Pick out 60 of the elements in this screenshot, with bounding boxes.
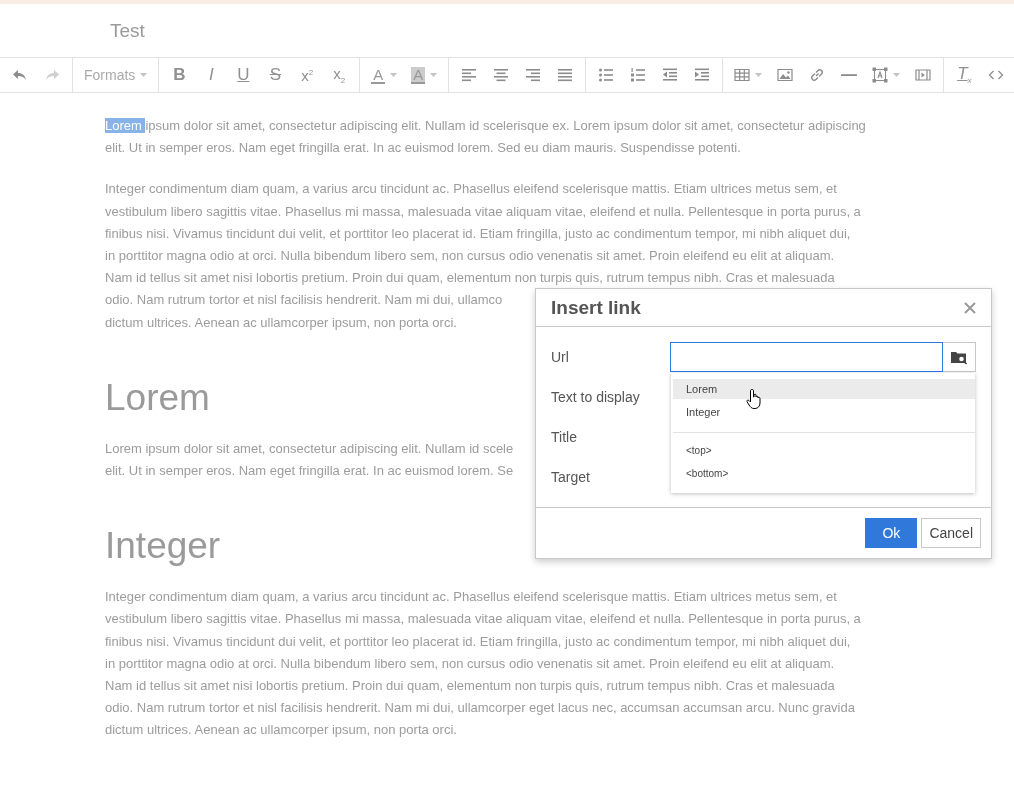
strikethrough-button[interactable]: S — [259, 61, 292, 89]
hand-cursor-icon — [746, 388, 764, 410]
suggestion-item[interactable]: Integer — [673, 402, 975, 422]
suggestion-item[interactable]: <top> — [673, 441, 975, 461]
text-line: Nam id tellus sit amet nisi lobortis pretium. Proin dui quam, elementum non turpis quis, rutrum tempus nibh. Cras et malesuada — [105, 269, 835, 288]
text-line: Lorem ipsum dolor sit amet, consectetur adipiscing elit. Nullam id scele — [105, 439, 514, 458]
field-label: Text to display — [551, 388, 641, 407]
outdent-icon — [662, 67, 679, 83]
folder-search-icon — [950, 349, 968, 365]
text-line: Nam id tellus sit amet nisi lobortis pretium. Proin dui quam, elementum non turpis quis, rutrum tempus nibh. Cras et malesuada — [105, 677, 835, 696]
field-label: Title — [551, 428, 578, 447]
suggestion-item[interactable]: Lorem — [673, 379, 975, 399]
table-icon — [734, 68, 751, 82]
underline-button[interactable]: U — [227, 61, 260, 89]
code-icon — [988, 68, 1005, 82]
text-line: vestibulum libero sagittis vitae. Phasellus mi massa, malesuada vitae aliquam vitae, eleifend et nulla. Pellentesque in porta purus, a — [105, 202, 861, 221]
text-line: dictum ultrices. Aenean ac ullamcorper ipsum, non porta orci. — [105, 721, 457, 740]
text-line: odio. Nam rutrum tortor et nisl facilisis hendrerit. Nam mi dui, ullamco — [105, 291, 503, 310]
align-right-icon — [525, 67, 542, 83]
link-icon — [809, 67, 826, 83]
heading: Integer — [105, 524, 221, 569]
text-line: elit. Ut in semper eros. Nam eget fringilla erat. In ac euismod lorem. Se — [105, 462, 514, 481]
text-line: dictum ultrices. Aenean ac ullamcorper ipsum, non porta orci. — [105, 313, 457, 332]
url-field[interactable] — [670, 342, 943, 372]
numbered-list-icon — [630, 67, 647, 83]
field-label: Target — [551, 468, 591, 487]
cancel-button[interactable]: Cancel — [921, 518, 981, 548]
text-line: elit. Ut in semper eros. Nam eget fringilla erat. In ac euismod lorem. Sed eu diam mauris. Suspendisse potenti. — [105, 139, 741, 158]
text-line: in porttitor magna odio at orci. Nulla bibendum libero sem, non cursus odio venenatis sit amet. Proin eleifend eu elit at aliquam. — [105, 654, 835, 673]
superscript-button[interactable]: x$^{2}$ — [291, 61, 324, 89]
text-line: Integer condimentum diam quam, a varius arcu tincidunt ac. Phasellus eleifend scelerisque mattis. Etiam ultrices metus sem, et — [105, 588, 837, 607]
text-line: Integer condimentum diam quam, a varius arcu tincidunt ac. Phasellus eleifend scelerisque mattis. Etiam ultrices metus sem, et — [105, 180, 837, 199]
indent-icon — [694, 67, 711, 83]
text-line: odio. Nam rutrum tortor et nisl facilisis hendrerit. Nam mi dui, ullamcorper eget lacus nec, accumsan accumsan arcu. Nunc gravida — [105, 699, 855, 718]
text-line: finibus nisi. Vivamus tincidunt dui velit, et porttitor leo placerat id. Etiam fringilla, justo ac condimentum tempor, mi nibh aliquet dui, — [105, 632, 851, 651]
browse-button[interactable] — [943, 342, 976, 372]
dialog-title: Insert link — [551, 296, 641, 319]
textbox-icon — [872, 67, 889, 83]
subscript-button[interactable]: x$_{2}$ — [323, 61, 356, 89]
ok-button[interactable]: Ok — [865, 518, 918, 548]
text-line: vestibulum libero sagittis vitae. Phasellus mi massa, malesuada vitae aliquam vitae, eleifend et nulla. Pellentesque in porta purus, a — [105, 610, 861, 629]
formats-button[interactable]: Formats — [77, 61, 155, 89]
align-center-icon — [493, 67, 510, 83]
bold-button[interactable]: B — [163, 61, 196, 89]
justify-icon — [557, 67, 574, 83]
text-line: finibus nisi. Vivamus tincidunt dui velit, et porttitor leo placerat id. Etiam fringilla, justo ac condimentum tempor, mi nibh aliquet dui, — [105, 224, 851, 243]
field-label: Url — [551, 348, 570, 367]
document-title: Test — [110, 20, 145, 43]
image-icon — [777, 68, 794, 82]
heading: Lorem — [105, 375, 210, 420]
text-color-button[interactable]: A — [364, 61, 405, 89]
suggestion-item[interactable]: <bottom> — [673, 464, 975, 484]
align-left-icon — [461, 67, 478, 83]
bullet-list-icon — [598, 67, 615, 83]
film-icon — [915, 68, 932, 82]
italic-button[interactable]: I — [195, 61, 228, 89]
text-line: Lorem ipsum dolor sit amet, consectetur adipiscing elit. Nullam id scelerisque ex. Lorem ipsum dolor sit amet, consectetur adipiscing — [105, 117, 866, 135]
text-line: in porttitor magna odio at orci. Nulla bibendum libero sem, non cursus odio venenatis sit amet. Proin eleifend eu elit at aliquam. — [105, 247, 835, 265]
clear-format-button[interactable]: T$_{x}$ — [948, 61, 981, 89]
close-icon — [963, 300, 977, 315]
